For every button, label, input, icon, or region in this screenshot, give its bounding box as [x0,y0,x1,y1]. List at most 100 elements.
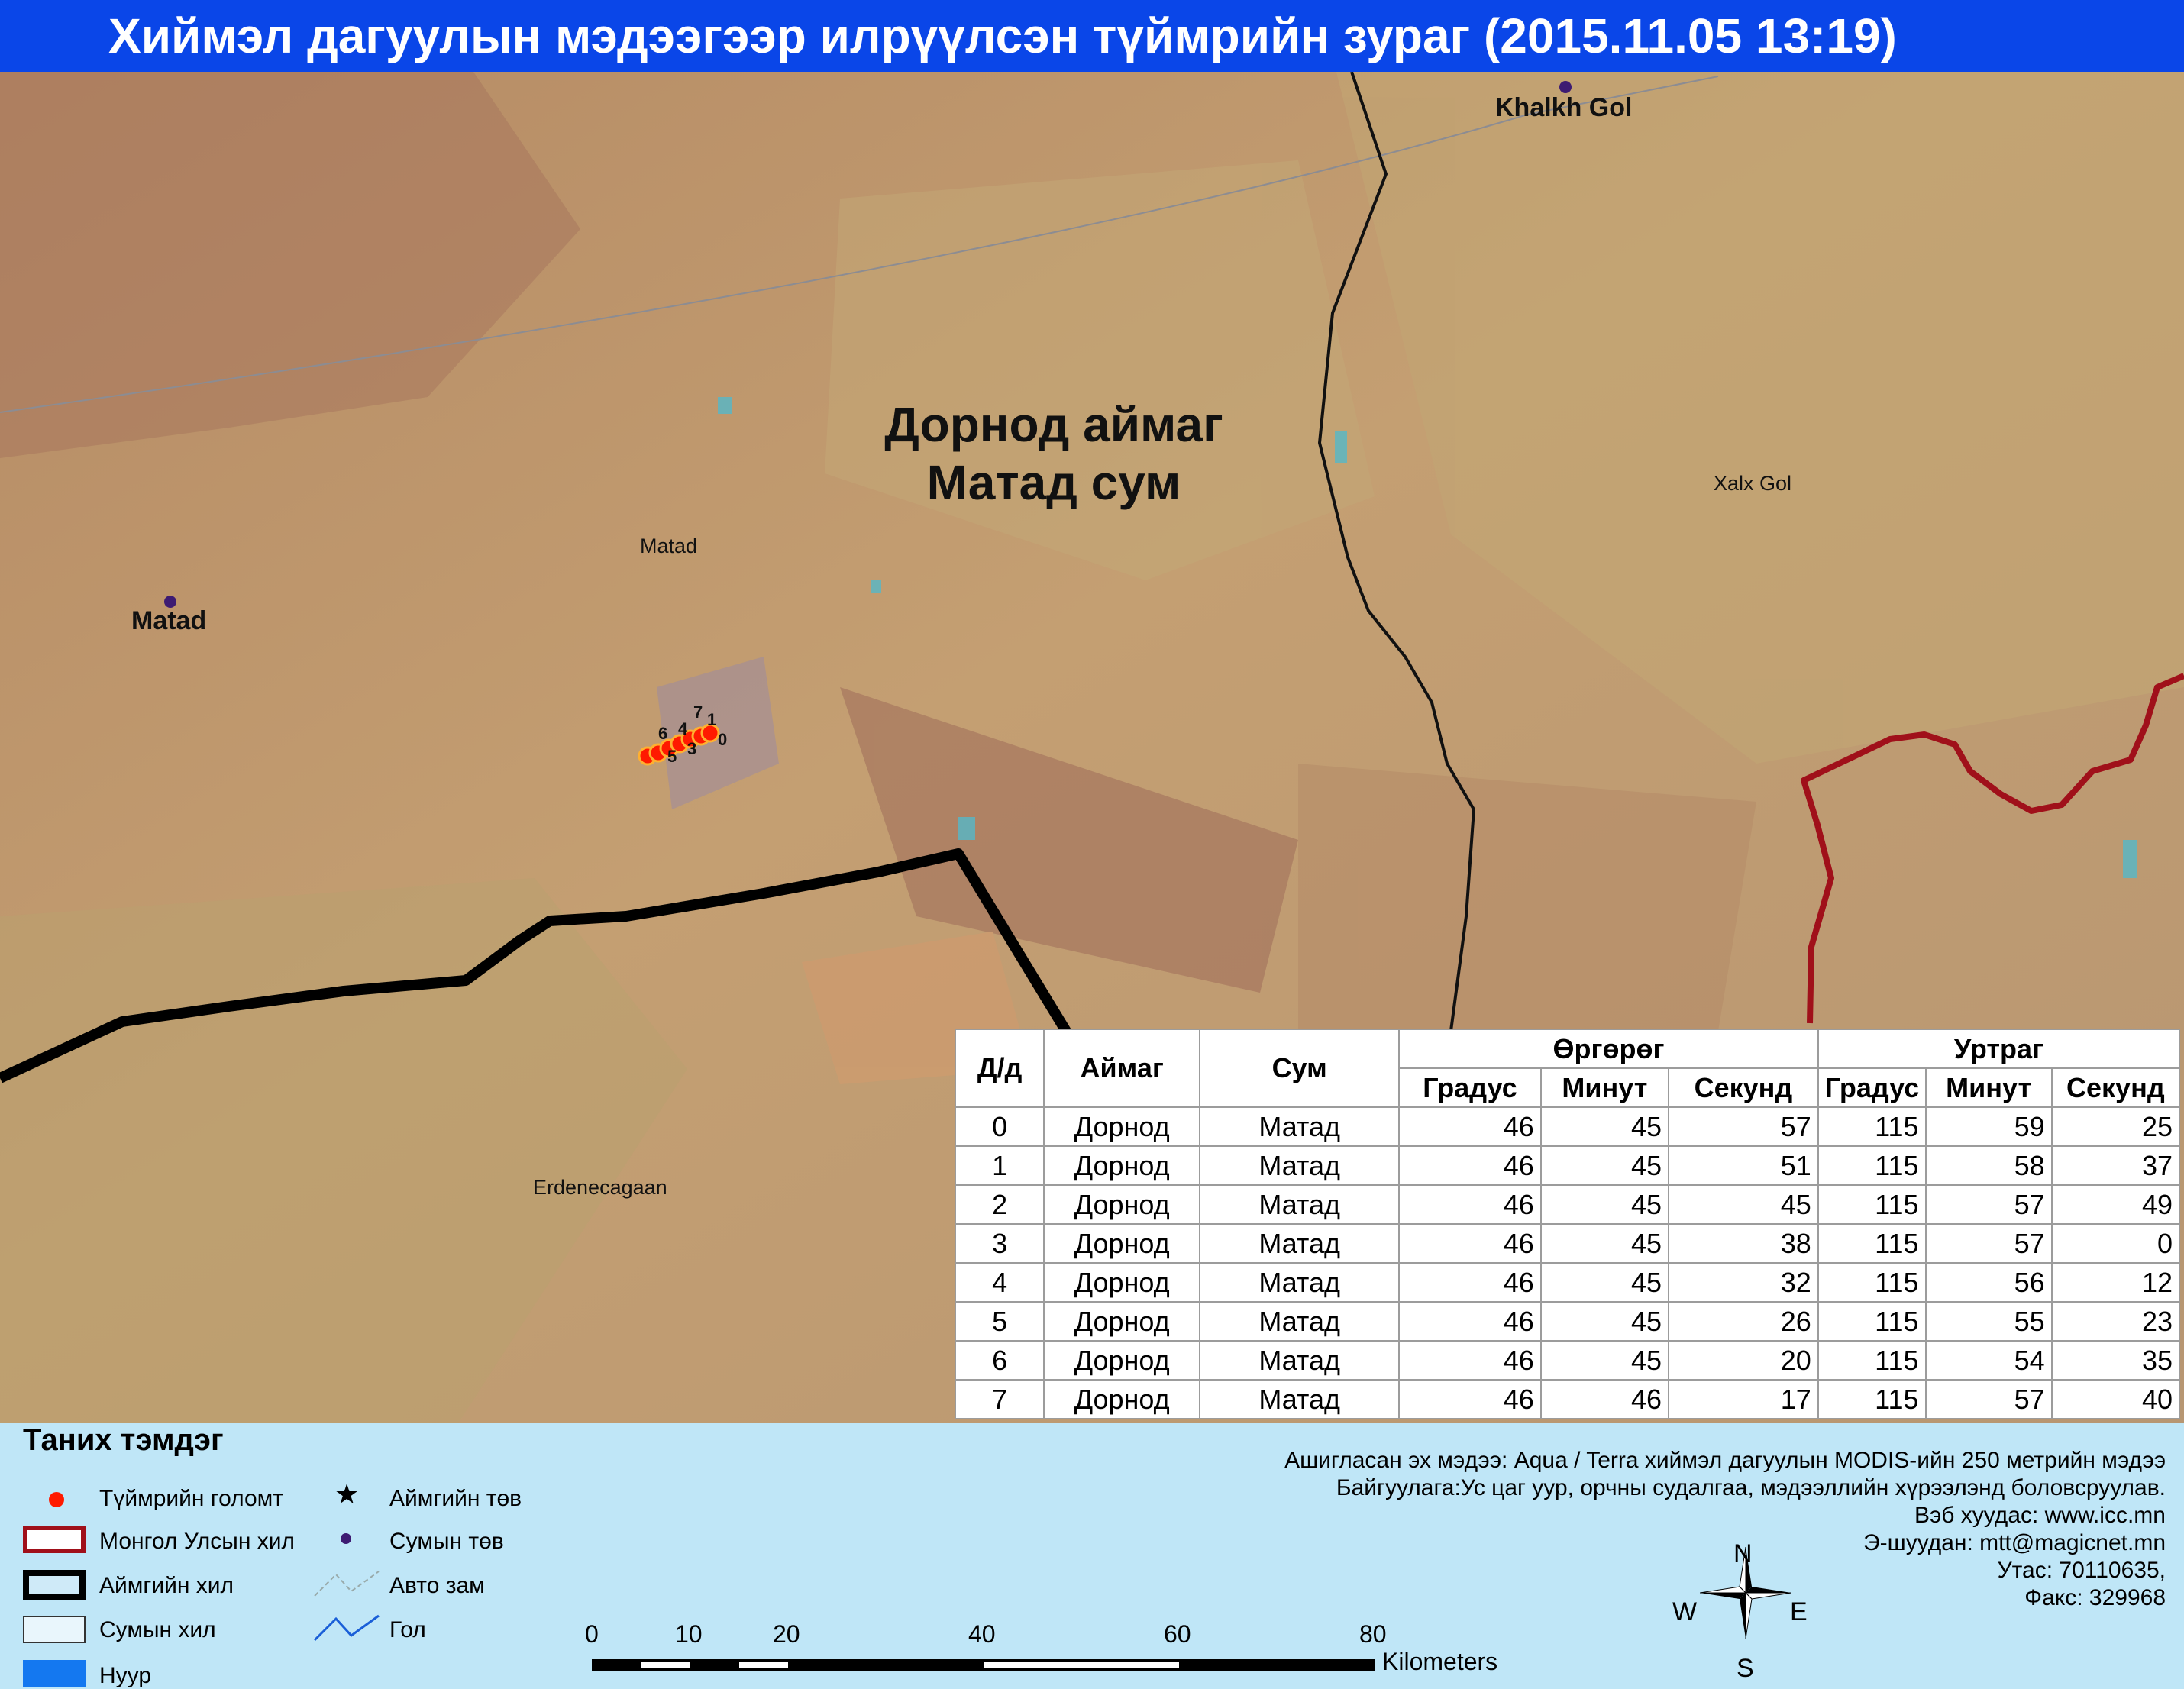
source-line: Утас: 70110635, [1997,1558,2166,1583]
cell-lat-second: 32 [1668,1262,1819,1303]
country-border-icon [23,1526,86,1553]
region-title-sum: Матад сум [926,455,1181,510]
cell-sum: Матад [1199,1223,1401,1264]
table-row: 6 Дорнод Матад 46 45 20 115 54 35 [954,1340,2181,1381]
cell-no: 7 [954,1379,1045,1419]
cell-lat-minute: 46 [1539,1379,1670,1419]
sum-name-erdenecagaan: Erdenecagaan [533,1176,667,1199]
source-line: Вэб хуудас: www.icc.mn [1914,1503,2166,1528]
source-line: Факс: 329968 [2024,1585,2166,1610]
cell-aimag: Дорнод [1043,1262,1201,1303]
table-row: 4 Дорнод Матад 46 45 32 115 56 12 [954,1262,2181,1303]
header-latitude: Өргөрөг [1398,1029,1819,1069]
header-lon-second: Секунд [2050,1067,2181,1108]
cell-lon-minute: 55 [1924,1301,2053,1342]
cell-sum: Матад [1199,1379,1401,1419]
cell-aimag: Дорнод [1043,1301,1201,1342]
header-lat-degree: Градус [1398,1067,1542,1108]
cell-no: 0 [954,1106,1045,1147]
cell-lon-second: 0 [2050,1223,2181,1264]
cell-lon-minute: 56 [1924,1262,2053,1303]
cell-lon-minute: 57 [1924,1379,2053,1419]
cell-lon-degree: 115 [1817,1379,1927,1419]
fire-point-label: 6 [658,724,668,743]
cell-lat-minute: 45 [1539,1301,1670,1342]
cell-lat-degree: 46 [1398,1301,1542,1342]
cell-lon-second: 12 [2050,1262,2181,1303]
sum-name-xalx-gol: Xalx Gol [1714,472,1792,495]
cell-lon-second: 49 [2050,1184,2181,1225]
lake-icon [23,1660,86,1687]
compass-west: W [1672,1597,1698,1626]
cell-lat-second: 51 [1668,1145,1819,1186]
legend-sum-border: Сумын хил [99,1617,216,1642]
scale-tick: 80 [1359,1620,1387,1648]
fire-coordinates-table: Д/д Аймаг Сум Өргөрөг Уртраг Градус Мину… [954,1029,2181,1419]
fire-icon [49,1492,64,1507]
cell-sum: Матад [1199,1184,1401,1225]
cell-lon-minute: 54 [1924,1340,2053,1381]
table-row: 7 Дорнод Матад 46 46 17 115 57 40 [954,1379,2181,1419]
cell-lat-minute: 45 [1539,1223,1670,1264]
cell-lon-minute: 58 [1924,1145,2053,1186]
compass-north: N [1733,1539,1753,1568]
cell-sum: Матад [1199,1145,1401,1186]
scale-unit: Kilometers [1382,1648,1498,1675]
header-no: Д/д [954,1029,1045,1108]
cell-aimag: Дорнод [1043,1379,1201,1419]
cell-lat-degree: 46 [1398,1184,1542,1225]
source-line: Ашигласан эх мэдээ: Aqua / Terra хиймэл … [1284,1448,2166,1473]
fire-point-label: 7 [693,702,703,722]
cell-lat-degree: 46 [1398,1340,1542,1381]
cell-lon-degree: 115 [1817,1223,1927,1264]
cell-lat-second: 20 [1668,1340,1819,1381]
compass-south: S [1737,1654,1754,1683]
cell-lat-degree: 46 [1398,1262,1542,1303]
legend-aimag-border: Аймгийн хил [99,1573,234,1598]
cell-lon-degree: 115 [1817,1262,1927,1303]
cell-lat-degree: 46 [1398,1106,1542,1147]
fire-point-label: 4 [678,719,688,738]
cell-lon-degree: 115 [1817,1145,1927,1186]
sum-center-icon [341,1533,351,1544]
cell-no: 5 [954,1301,1045,1342]
cell-lon-second: 37 [2050,1145,2181,1186]
legend-country-border: Монгол Улсын хил [99,1529,296,1554]
cell-lon-degree: 115 [1817,1106,1927,1147]
cell-lat-minute: 45 [1539,1145,1670,1186]
table-row: 1 Дорнод Матад 46 45 51 115 58 37 [954,1145,2181,1186]
cell-lon-second: 25 [2050,1106,2181,1147]
cell-lat-degree: 46 [1398,1145,1542,1186]
cell-aimag: Дорнод [1043,1145,1201,1186]
source-line: Э-шуудан: mtt@magicnet.mn [1863,1530,2166,1555]
map-title: Хиймэл дагуулын мэдээгээр илрүүлсэн түйм… [0,0,2184,72]
source-line: Байгуулага:Ус цаг уур, орчны судалгаа, м… [1336,1475,2166,1500]
header-aimag: Аймаг [1043,1029,1201,1108]
cell-lat-second: 38 [1668,1223,1819,1264]
cell-lat-second: 17 [1668,1379,1819,1419]
cell-aimag: Дорнод [1043,1340,1201,1381]
table-row: 5 Дорнод Матад 46 45 26 115 55 23 [954,1301,2181,1342]
fire-point-label: 5 [667,747,677,766]
legend-panel: Таних тэмдэг Түймрийн голомт Монгол Улсы… [0,1423,2184,1688]
scale-tick: 40 [968,1620,996,1648]
cell-aimag: Дорнод [1043,1184,1201,1225]
cell-no: 3 [954,1223,1045,1264]
sum-center-label-matad: Matad [131,606,207,635]
table-row: 2 Дорнод Матад 46 45 45 115 57 49 [954,1184,2181,1225]
cell-lon-second: 40 [2050,1379,2181,1419]
scale-tick: 10 [675,1620,703,1648]
legend-title: Таних тэмдэг [23,1423,224,1457]
sum-border-icon [23,1616,86,1643]
cell-aimag: Дорнод [1043,1223,1201,1264]
scale-tick: 0 [585,1620,599,1648]
header-lon-minute: Минут [1924,1067,2053,1108]
cell-lon-minute: 59 [1924,1106,2053,1147]
fire-point-label: 1 [707,710,717,729]
sum-center-label-khalkh-gol: Khalkh Gol [1495,93,1633,122]
cell-lat-minute: 45 [1539,1184,1670,1225]
road-icon [314,1571,380,1597]
cell-lat-second: 26 [1668,1301,1819,1342]
cell-lon-minute: 57 [1924,1184,2053,1225]
aimag-border-icon [23,1570,86,1600]
